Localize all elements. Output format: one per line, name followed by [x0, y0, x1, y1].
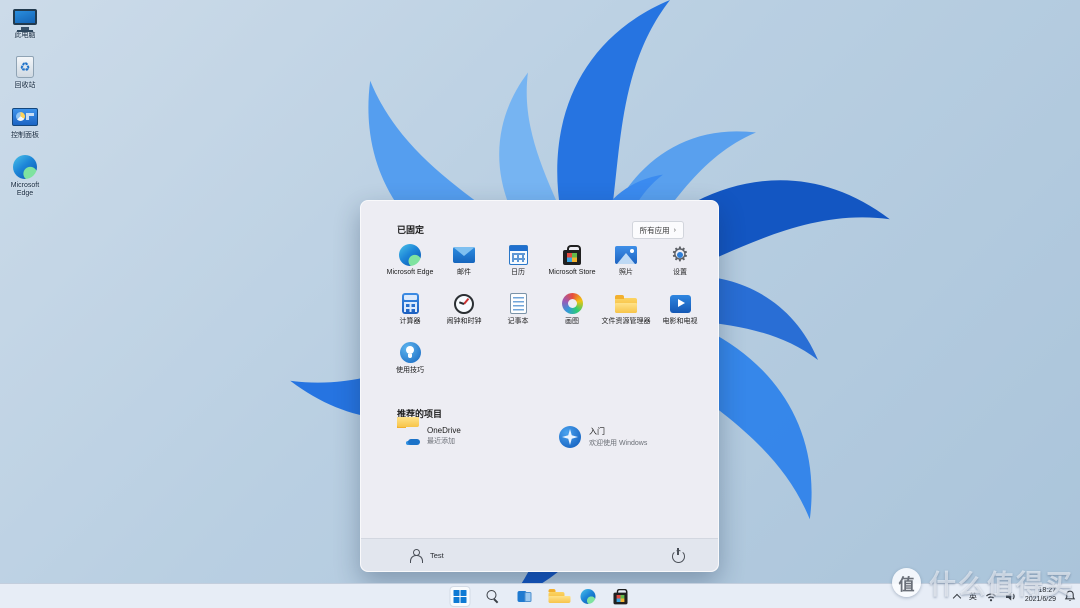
user-avatar-icon [409, 548, 423, 563]
recycle-bin-icon: ♻ [12, 54, 38, 80]
notepad-icon [507, 292, 530, 315]
pinned-app-mail[interactable]: 邮件 [437, 239, 491, 288]
chevron-right-icon: › [673, 226, 676, 234]
taskbar: 英 18:27 2021/6/29 [0, 583, 1080, 608]
search-icon [486, 590, 498, 602]
volume-icon[interactable] [1005, 591, 1017, 602]
paint-palette-icon [561, 292, 584, 315]
pinned-app-movies-tv[interactable]: 电影和电视 [653, 288, 707, 337]
edge-button[interactable] [578, 586, 599, 607]
pinned-app-photos[interactable]: 照片 [599, 239, 653, 288]
start-menu-footer: Test [361, 538, 718, 571]
all-apps-button[interactable]: 所有应用 › [631, 221, 684, 239]
edge-icon [399, 243, 422, 266]
pinned-app-paint[interactable]: 画图 [545, 288, 599, 337]
search-button[interactable] [482, 586, 503, 607]
pinned-app-file-explorer[interactable]: 文件资源管理器 [599, 288, 653, 337]
desktop-icon-edge[interactable]: Microsoft Edge [2, 154, 48, 198]
recommended-item-get-started[interactable]: 入门 欢迎使用 Windows [553, 423, 653, 451]
user-account-button[interactable]: Test [401, 546, 452, 565]
all-apps-label: 所有应用 [639, 225, 670, 235]
gear-icon: ⚙ [669, 243, 692, 266]
edge-icon [580, 588, 596, 604]
desktop-icon-label: Microsoft Edge [10, 182, 40, 198]
pinned-app-alarms-clock[interactable]: 闹钟和时钟 [437, 288, 491, 337]
edge-icon [12, 154, 38, 180]
desktop-icon-label: 回收站 [14, 82, 36, 90]
taskbar-center-icons [449, 584, 631, 608]
start-button[interactable] [449, 585, 471, 607]
recommended-item-onedrive[interactable]: OneDrive 最近添加 [391, 423, 467, 449]
taskbar-clock[interactable]: 18:27 2021/6/29 [1025, 587, 1056, 605]
photos-icon [615, 243, 638, 266]
hidden-icons-chevron[interactable] [954, 593, 961, 600]
task-view-icon [517, 590, 531, 602]
calculator-icon [399, 292, 422, 315]
user-name: Test [430, 550, 444, 560]
this-pc-icon [12, 4, 38, 32]
folder-icon [548, 588, 570, 603]
folder-icon [615, 292, 638, 315]
mail-icon [453, 243, 476, 266]
task-view-button[interactable] [514, 586, 535, 607]
store-icon [561, 243, 584, 266]
pinned-app-tips[interactable]: 使用技巧 [383, 337, 437, 386]
pinned-app-calendar[interactable]: 日历 [491, 239, 545, 288]
store-button[interactable] [610, 586, 631, 607]
network-icon[interactable] [985, 591, 997, 602]
desktop-icon-label: 此电脑 [14, 32, 36, 39]
movies-tv-icon [669, 292, 692, 315]
tips-bulb-icon [399, 341, 422, 364]
system-tray: 英 18:27 2021/6/29 [954, 584, 1076, 608]
pinned-apps-grid: Microsoft Edge 邮件 日历 Microsoft Store 照片 … [383, 239, 713, 386]
windows-logo-icon [453, 589, 467, 603]
desktop-icon-this-pc[interactable]: 此电脑 [2, 4, 48, 40]
desktop-icon-recycle-bin[interactable]: ♻ 回收站 [2, 54, 48, 90]
desktop-icon-control-panel[interactable]: 控制面板 [2, 104, 48, 140]
store-icon [612, 588, 628, 605]
pinned-app-notepad[interactable]: 记事本 [491, 288, 545, 337]
pinned-app-calculator[interactable]: 计算器 [383, 288, 437, 337]
desktop: 此电脑 ♻ 回收站 控制面板 Microsoft Edge 已固定 所有应用 ›… [0, 0, 1080, 608]
pinned-section-header: 已固定 [397, 225, 425, 235]
power-button[interactable] [670, 547, 686, 563]
pinned-app-microsoft-store[interactable]: Microsoft Store [545, 239, 599, 288]
pinned-app-settings[interactable]: ⚙ 设置 [653, 239, 707, 288]
clock-icon [453, 292, 476, 315]
control-panel-icon [12, 104, 38, 130]
start-menu: 已固定 所有应用 › Microsoft Edge 邮件 日历 Microsof… [360, 200, 719, 572]
pinned-app-microsoft-edge[interactable]: Microsoft Edge [383, 239, 437, 288]
notifications-bell-icon[interactable] [1064, 590, 1076, 602]
file-explorer-button[interactable] [546, 586, 570, 607]
ime-language-indicator[interactable]: 英 [969, 591, 977, 602]
desktop-icon-list: 此电脑 ♻ 回收站 控制面板 Microsoft Edge [2, 4, 48, 198]
onedrive-folder-icon [397, 427, 420, 445]
calendar-icon [507, 243, 530, 266]
desktop-icon-label: 控制面板 [11, 132, 39, 140]
get-started-icon [559, 426, 581, 448]
